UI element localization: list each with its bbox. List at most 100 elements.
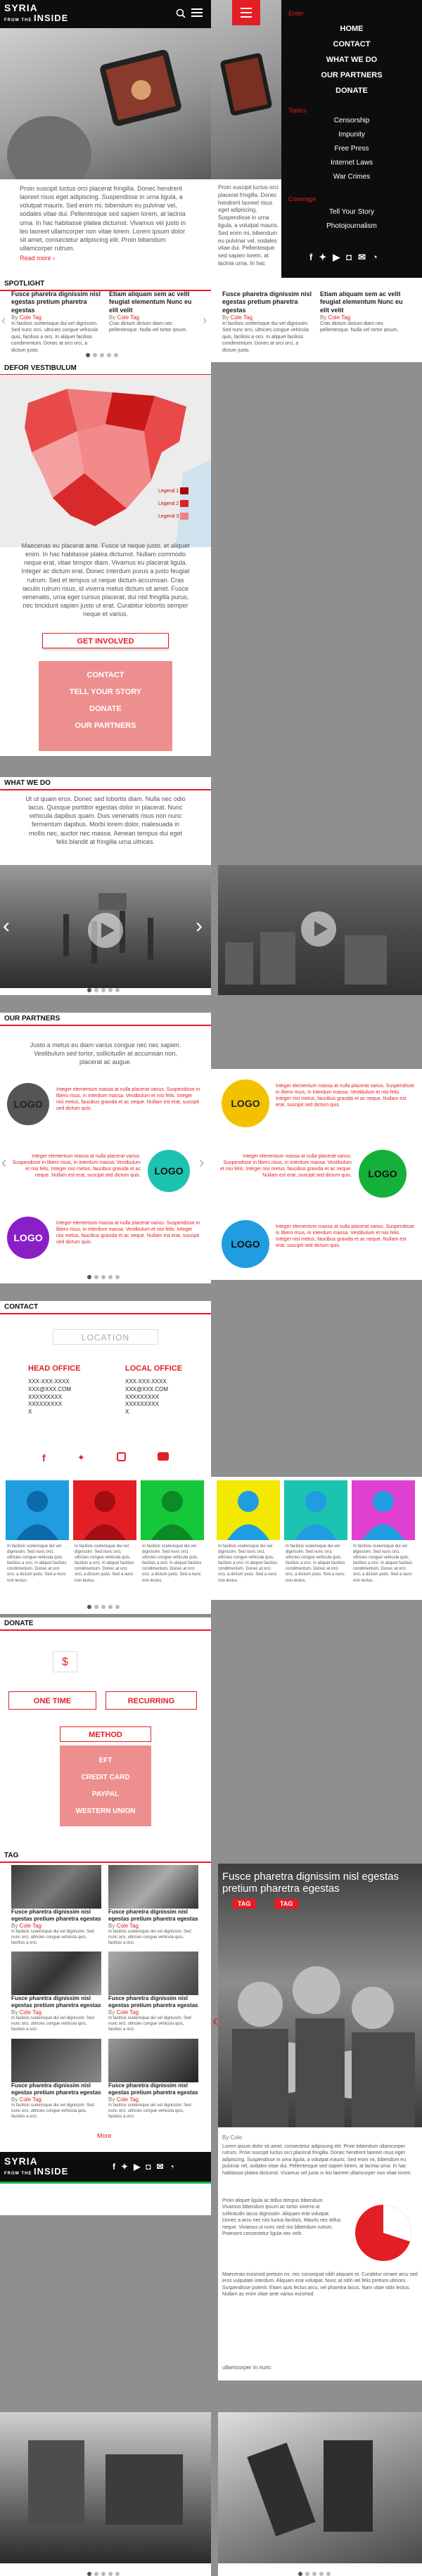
article-prev-icon[interactable]: ‹ — [212, 2011, 218, 2031]
location-box[interactable]: LOCATION — [53, 1329, 158, 1345]
method-paypal[interactable]: PAYPAL — [60, 1786, 151, 1803]
method-dropdown[interactable]: METHOD — [60, 1726, 151, 1742]
nav-free-press[interactable]: Free Press — [281, 142, 422, 156]
nav-contact[interactable]: CONTACT — [281, 37, 422, 52]
article-title[interactable]: Fusce pharetra dignissim nisl egestas pr… — [108, 1995, 198, 2009]
partner-logo-5[interactable]: LOGO — [359, 1150, 407, 1198]
syria-map[interactable]: Legend 1 Legend 2 Legend 3 — [0, 375, 211, 547]
article-title[interactable]: Etiam aliquam sem ac velit feugiat eleme… — [109, 290, 200, 314]
nav-internet-laws[interactable]: Internet Laws — [281, 156, 422, 170]
facebook-icon[interactable]: f — [113, 2162, 115, 2172]
article-thumbnail[interactable] — [108, 1865, 198, 1909]
article-tag-1[interactable]: TAG — [232, 1899, 257, 1909]
hero-read-more[interactable]: Read more › — [20, 255, 55, 262]
partner-logo-4[interactable]: LOGO — [222, 1079, 269, 1127]
carousel-prev-icon[interactable]: ‹ — [1, 313, 6, 328]
article-title[interactable]: Fusce pharetra dignissim nisl egestas pr… — [108, 2082, 198, 2096]
email-icon[interactable]: ✉ — [157, 2162, 164, 2172]
nav-censorship[interactable]: Censorship — [281, 114, 422, 128]
nav-impunity[interactable]: Impunity — [281, 128, 422, 142]
recurring-button[interactable]: RECURRING — [106, 1691, 197, 1710]
team-person-1[interactable] — [6, 1480, 69, 1540]
twitter-icon[interactable]: ✦ — [319, 252, 326, 263]
cta-tell-story-link[interactable]: TELL YOUR STORY — [39, 684, 172, 700]
nav-tell-your-story[interactable]: Tell Your Story — [281, 205, 422, 219]
rss-icon[interactable]: ◔ — [372, 252, 378, 263]
nav-our-partners[interactable]: OUR PARTNERS — [281, 68, 422, 83]
article-thumbnail[interactable] — [11, 2038, 101, 2082]
article-title[interactable]: Fusce pharetra dignissim nisl egestas pr… — [11, 1909, 101, 1923]
article-title[interactable]: Fusce pharetra dignissim nisl egestas pr… — [11, 290, 101, 314]
article-thumbnail[interactable] — [11, 1952, 101, 1996]
spotlight-article-2-alt[interactable]: Etiam aliquam sem ac velit feugiat eleme… — [320, 290, 411, 334]
team-person-6[interactable] — [352, 1480, 415, 1540]
search-icon[interactable] — [176, 8, 186, 18]
tag-article[interactable]: Fusce pharetra dignissim nisl egestas pr… — [11, 1952, 101, 2032]
nav-donate[interactable]: DONATE — [281, 83, 422, 98]
facebook-icon[interactable]: f — [309, 252, 312, 263]
gallery-dots[interactable] — [86, 2567, 121, 2576]
partner-logo-3[interactable]: LOGO — [7, 1217, 49, 1259]
article-title[interactable]: Fusce pharetra dignissim nisl egestas pr… — [108, 1909, 198, 1923]
carousel-dots[interactable] — [84, 348, 120, 361]
instagram-icon[interactable]: ◘ — [346, 252, 352, 263]
partners-prev-icon[interactable]: ‹ — [1, 1153, 6, 1172]
instagram-icon[interactable] — [116, 1452, 126, 1461]
team-dots[interactable] — [86, 1600, 121, 1613]
gallery-photo[interactable] — [0, 2412, 211, 2563]
cta-contact-link[interactable]: CONTACT — [39, 667, 172, 684]
article-thumbnail[interactable] — [11, 1865, 101, 1909]
nav-photojournalism[interactable]: Photojournalism — [281, 219, 422, 233]
carousel-next-icon[interactable]: › — [203, 313, 207, 328]
article-title[interactable]: Fusce pharetra dignissim nisl egestas pr… — [222, 290, 312, 314]
team-person-2[interactable] — [73, 1480, 136, 1540]
youtube-icon[interactable]: ▶ — [134, 2162, 140, 2172]
tag-article[interactable]: Fusce pharetra dignissim nisl egestas pr… — [108, 1865, 198, 1946]
article-title[interactable]: Fusce pharetra dignissim nisl egestas pr… — [11, 1995, 101, 2009]
twitter-icon[interactable]: ✦ — [121, 2162, 128, 2172]
tag-more-link[interactable]: More — [97, 2132, 112, 2139]
gallery-photo-alt[interactable] — [218, 2412, 422, 2563]
get-involved-button[interactable]: GET INVOLVED — [42, 633, 169, 648]
tag-article[interactable]: Fusce pharetra dignissim nisl egestas pr… — [108, 1952, 198, 2032]
twitter-icon[interactable]: ✦ — [77, 1452, 85, 1463]
spotlight-article-1[interactable]: Fusce pharetra dignissim nisl egestas pr… — [11, 290, 101, 354]
tag-article[interactable]: Fusce pharetra dignissim nisl egestas pr… — [108, 2038, 198, 2120]
spotlight-article-2[interactable]: Etiam aliquam sem ac velit feugiat eleme… — [109, 290, 200, 334]
play-icon[interactable] — [301, 911, 336, 947]
partner-logo-6[interactable]: LOGO — [222, 1220, 269, 1268]
footer-logo[interactable]: SYRIA FROM THE INSIDE — [4, 2156, 68, 2176]
team-person-4[interactable] — [217, 1480, 280, 1540]
amount-field[interactable]: $ — [53, 1651, 77, 1672]
video-next-icon[interactable]: › — [196, 914, 203, 938]
menu-close-tab[interactable] — [232, 0, 260, 25]
nav-what-we-do[interactable]: WHAT WE DO — [281, 52, 422, 68]
spotlight-article-1-alt[interactable]: Fusce pharetra dignissim nisl egestas pr… — [222, 290, 312, 354]
one-time-button[interactable]: ONE TIME — [8, 1691, 96, 1710]
partners-dots[interactable] — [86, 1270, 121, 1283]
method-western-union[interactable]: WESTERN UNION — [60, 1803, 151, 1820]
nav-home[interactable]: HOME — [281, 21, 422, 37]
gallery-dots-alt[interactable] — [297, 2567, 332, 2576]
article-title[interactable]: Fusce pharetra dignissim nisl egestas pr… — [11, 2082, 101, 2096]
method-credit-card[interactable]: CREDIT CARD — [60, 1769, 151, 1786]
site-logo[interactable]: SYRIA FROM THE INSIDE — [4, 3, 68, 23]
team-person-3[interactable] — [141, 1480, 204, 1540]
rss-icon[interactable]: ◔ — [170, 2162, 174, 2172]
nav-war-crimes[interactable]: War Crimes — [281, 170, 422, 184]
tag-article[interactable]: Fusce pharetra dignissim nisl egestas pr… — [11, 1865, 101, 1946]
partner-logo-1[interactable]: LOGO — [7, 1083, 49, 1125]
article-title[interactable]: Etiam aliquam sem ac velit feugiat eleme… — [320, 290, 411, 314]
cta-donate-link[interactable]: DONATE — [39, 700, 172, 717]
video-prev-icon[interactable]: ‹ — [3, 914, 10, 938]
article-tag-2[interactable]: TAG — [274, 1899, 299, 1909]
cta-partners-link[interactable]: OUR PARTNERS — [39, 717, 172, 734]
partner-logo-2[interactable]: LOGO — [148, 1150, 190, 1192]
youtube-icon[interactable] — [158, 1452, 169, 1461]
youtube-icon[interactable]: ▶ — [333, 252, 340, 263]
email-icon[interactable]: ✉ — [358, 252, 366, 263]
video-dots[interactable] — [86, 983, 121, 996]
team-person-5[interactable] — [284, 1480, 347, 1540]
article-thumbnail[interactable] — [108, 2038, 198, 2082]
tag-article[interactable]: Fusce pharetra dignissim nisl egestas pr… — [11, 2038, 101, 2120]
